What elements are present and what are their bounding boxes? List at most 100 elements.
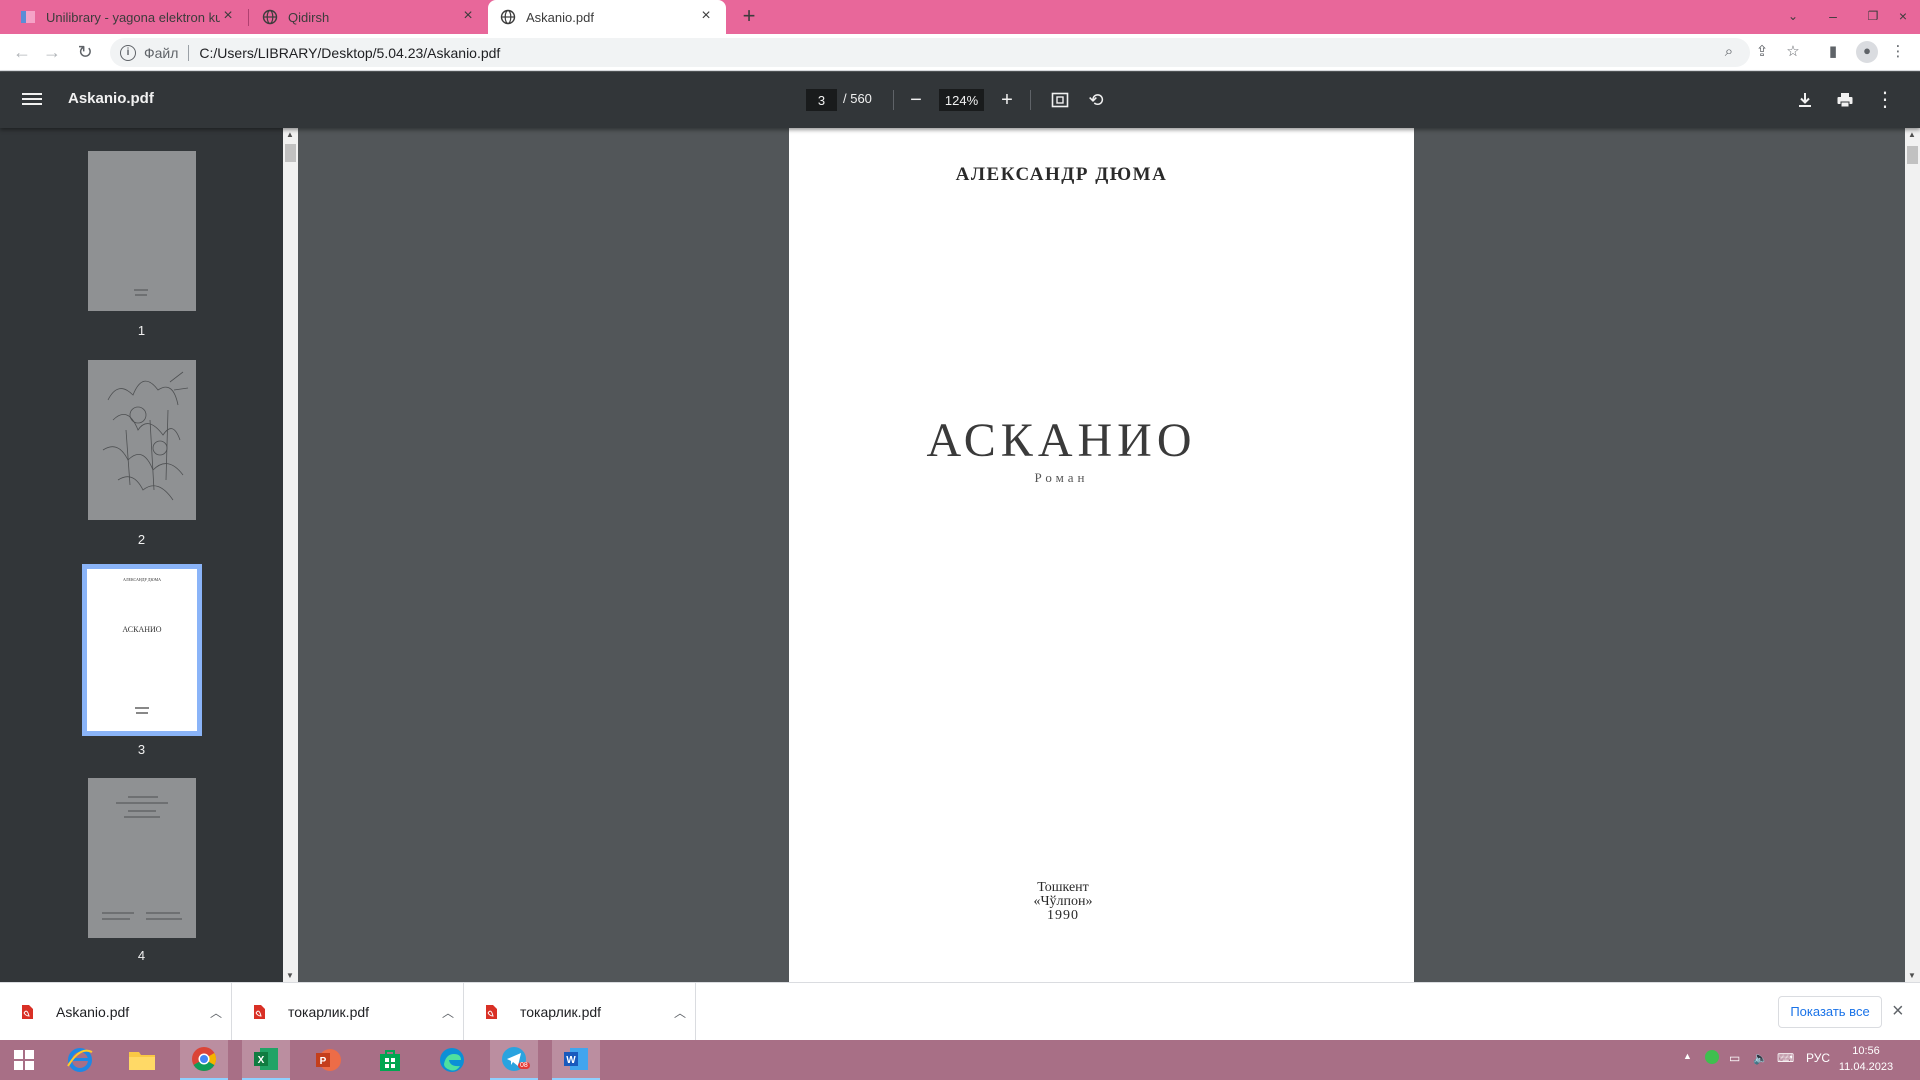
zoom-input[interactable] xyxy=(939,89,984,111)
svg-text:W: W xyxy=(566,1055,576,1066)
network-icon[interactable]: ▭ xyxy=(1729,1051,1740,1065)
document-scrollbar[interactable]: ▲ ▼ xyxy=(1905,128,1920,982)
scroll-down-arrow-icon[interactable]: ▼ xyxy=(286,971,294,980)
forward-button[interactable]: → xyxy=(40,40,64,64)
new-tab-button[interactable]: + xyxy=(737,5,761,29)
rotate-button[interactable]: ⟲ xyxy=(1084,88,1108,112)
internet-explorer-app[interactable] xyxy=(56,1040,104,1080)
thumbnail-text-line xyxy=(102,912,134,914)
powerpoint-app[interactable]: P xyxy=(304,1040,352,1080)
start-button[interactable] xyxy=(0,1040,48,1080)
edge-icon xyxy=(440,1048,464,1072)
browser-toolbar: ← → ↻ i Файл C:/Users/LIBRARY/Desktop/5.… xyxy=(0,34,1920,71)
scroll-up-arrow-icon[interactable]: ▲ xyxy=(286,130,294,139)
scrollbar-thumb[interactable] xyxy=(285,144,296,162)
download-filename: токарлик.pdf xyxy=(288,1004,370,1020)
svg-text:P: P xyxy=(320,1056,327,1067)
svg-text:X: X xyxy=(258,1055,265,1066)
thumbnail-page-1[interactable] xyxy=(88,151,196,311)
omnibox-divider xyxy=(188,44,190,61)
tab-title: Askanio.pdf xyxy=(526,9,594,25)
browser-menu-icon[interactable]: ⋮ xyxy=(1888,42,1908,62)
language-indicator[interactable]: РУС xyxy=(1806,1051,1830,1065)
powerpoint-icon: P xyxy=(316,1049,341,1071)
internet-explorer-icon xyxy=(67,1048,93,1072)
scrollbar-thumb[interactable] xyxy=(1907,146,1918,164)
tab-title: Qidirsh xyxy=(288,9,330,25)
thumbnail-text-line xyxy=(116,802,168,804)
clock-time: 10:56 xyxy=(1852,1045,1880,1057)
scroll-down-arrow-icon[interactable]: ▼ xyxy=(1908,971,1916,980)
chevron-up-icon[interactable]: ︿ xyxy=(665,1004,695,1021)
info-icon[interactable]: i xyxy=(120,44,136,61)
download-filename: Askanio.pdf xyxy=(56,1004,130,1020)
file-explorer-app[interactable] xyxy=(118,1040,166,1080)
document-viewport[interactable]: АЛЕКСАНДР ДЮМА АСКАНИО Роман Тошкент «Чў… xyxy=(298,128,1905,982)
pdf-toolbar: Askanio.pdf / 560 − + ⟲ ⋮ xyxy=(0,72,1920,128)
zoom-icon[interactable]: ⌕ xyxy=(1719,42,1739,62)
close-icon[interactable]: × xyxy=(220,8,236,25)
thumbnail-page-3[interactable]: АЛЕКСАНДР ДЮМА АСКАНИО xyxy=(82,564,202,736)
side-panel-icon[interactable]: ▮ xyxy=(1823,42,1843,62)
address-bar[interactable]: i Файл C:/Users/LIBRARY/Desktop/5.04.23/… xyxy=(110,38,1750,67)
chevron-up-icon[interactable]: ︿ xyxy=(433,1004,463,1021)
edge-app[interactable] xyxy=(428,1040,476,1080)
reload-button[interactable]: ↻ xyxy=(73,40,97,64)
chevron-up-icon[interactable]: ︿ xyxy=(201,1004,231,1021)
window-close-button[interactable]: × xyxy=(1880,0,1920,34)
fit-page-button[interactable] xyxy=(1048,88,1072,112)
share-icon[interactable]: ⇪ xyxy=(1752,42,1772,62)
close-icon[interactable]: × xyxy=(698,8,714,25)
tab-divider xyxy=(248,9,249,26)
page-number-input[interactable] xyxy=(806,89,837,111)
tab-askanio[interactable]: Askanio.pdf × xyxy=(488,0,726,34)
back-button[interactable]: ← xyxy=(10,40,34,64)
tab-qidirsh[interactable]: Qidirsh × xyxy=(250,0,488,34)
tab-unilibrary[interactable]: Unilibrary - yagona elektron kutubxona × xyxy=(8,0,248,34)
globe-icon xyxy=(500,9,516,25)
tray-overflow-chevron-icon[interactable]: ▲ xyxy=(1683,1051,1692,1061)
show-all-downloads-button[interactable]: Показать все xyxy=(1778,996,1882,1028)
thumbnail-text-line xyxy=(128,796,158,798)
download-button[interactable] xyxy=(1793,88,1817,112)
download-icon xyxy=(1799,93,1811,107)
browser-tab-strip: Unilibrary - yagona elektron kutubxona ×… xyxy=(0,0,1920,34)
thumbnail-text-line xyxy=(135,707,149,709)
download-item[interactable]: токарлик.pdf ︿ xyxy=(232,983,464,1041)
thumbnail-text-line xyxy=(146,918,182,920)
security-status-icon[interactable] xyxy=(1705,1050,1719,1064)
close-icon[interactable]: × xyxy=(460,8,476,25)
windows-taskbar: X P 08 W ▲ ▭ 🔈 ⌨ РУС 10:56 11.04.2023 xyxy=(0,1040,1920,1080)
thumbnail-author: АЛЕКСАНДР ДЮМА xyxy=(122,577,162,582)
close-icon[interactable]: × xyxy=(1892,1001,1904,1021)
volume-icon[interactable]: 🔈 xyxy=(1753,1051,1768,1065)
thumbnail-page-4[interactable] xyxy=(88,778,196,938)
url-text[interactable]: C:/Users/LIBRARY/Desktop/5.04.23/Askanio… xyxy=(199,45,500,61)
word-app[interactable]: W xyxy=(552,1040,600,1080)
hamburger-menu-icon[interactable] xyxy=(22,90,42,110)
download-shelf: Askanio.pdf ︿ токарлик.pdf ︿ токарлик.pd… xyxy=(0,982,1920,1041)
thumbnail-text-line xyxy=(134,289,148,291)
telegram-app[interactable]: 08 xyxy=(490,1040,538,1080)
bookmark-star-icon[interactable]: ☆ xyxy=(1783,42,1803,62)
download-item[interactable]: Askanio.pdf ︿ xyxy=(0,983,232,1041)
keyboard-ime-icon[interactable]: ⌨ xyxy=(1777,1051,1794,1065)
thumbnail-text-line xyxy=(128,810,156,812)
profile-avatar-icon[interactable]: ● xyxy=(1856,41,1878,63)
zoom-out-button[interactable]: − xyxy=(904,88,928,112)
thumbnail-text-line xyxy=(146,912,180,914)
microsoft-store-app[interactable] xyxy=(366,1040,414,1080)
excel-app[interactable]: X xyxy=(242,1040,290,1080)
download-item[interactable]: токарлик.pdf ︿ xyxy=(464,983,696,1041)
pdf-file-icon xyxy=(486,1005,497,1019)
scroll-up-arrow-icon[interactable]: ▲ xyxy=(1908,130,1916,139)
print-button[interactable] xyxy=(1833,88,1857,112)
more-actions-icon[interactable]: ⋮ xyxy=(1873,88,1897,112)
chrome-app[interactable] xyxy=(180,1040,228,1080)
sidebar-scrollbar[interactable]: ▲ ▼ xyxy=(283,128,298,982)
thumbnail-page-2[interactable] xyxy=(88,360,196,520)
system-clock[interactable]: 10:56 11.04.2023 xyxy=(1836,1043,1896,1075)
illustration-image xyxy=(102,371,189,501)
thumbnail-number: 2 xyxy=(137,532,146,547)
zoom-in-button[interactable]: + xyxy=(995,88,1019,112)
